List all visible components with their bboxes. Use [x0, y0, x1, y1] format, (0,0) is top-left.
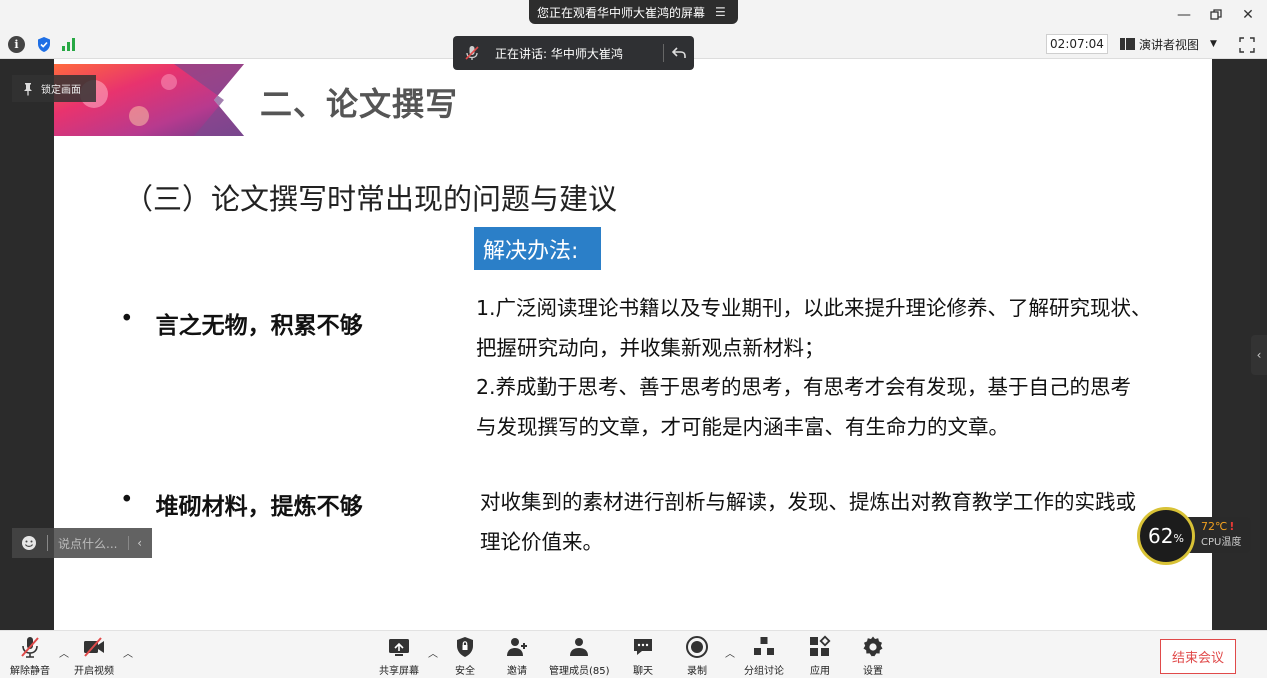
chevron-up-icon[interactable]: ︿ — [428, 645, 438, 660]
chat-icon — [634, 639, 652, 655]
shared-slide: 二、论文撰写 （三）论文撰写时常出现的问题与建议 解决办法: • 言之无物，积累… — [54, 59, 1212, 630]
restore-icon[interactable] — [1203, 4, 1229, 26]
cpu-temperature-value: 72℃ — [1201, 520, 1228, 533]
solution-line: 对收集到的素材进行剖析与解读，发现、提炼出对教育教学工作的实践或 — [480, 490, 1136, 514]
record-icon — [686, 636, 708, 658]
hamburger-icon[interactable]: ☰ — [715, 5, 726, 19]
solution-paragraph: 对收集到的素材进行剖析与解读，发现、提炼出对教育教学工作的实践或 理论价值来。 — [480, 483, 1200, 562]
pin-icon — [24, 82, 32, 95]
solution-tag: 解决办法: — [474, 227, 601, 270]
meeting-timer: 02:07:04 — [1046, 34, 1108, 54]
shield-icon[interactable] — [35, 36, 52, 53]
chat-input[interactable]: 说点什么... ‹ — [12, 528, 152, 558]
share-banner-label: 您正在观看华中师大崔鸿的屏幕 — [537, 5, 706, 20]
end-meeting-button[interactable]: 结束会议 — [1160, 639, 1236, 674]
window-controls: — ✕ — [1171, 4, 1261, 26]
apps-label: 应用 — [810, 666, 830, 677]
problem-item: • 堆砌材料，提炼不够 — [120, 487, 363, 521]
active-speaker-indicator: 正在讲话: 华中师大崔鸿 — [453, 36, 694, 70]
cpu-usage-value: 62 — [1148, 524, 1174, 548]
problem-title: 言之无物，积累不够 — [155, 313, 363, 339]
cpu-usage-gauge: 62% — [1137, 507, 1195, 565]
chat-button[interactable]: 聊天 — [631, 635, 655, 677]
alert-icon: ! — [1229, 520, 1235, 533]
meeting-window: 您正在观看华中师大崔鸿的屏幕 ☰ — ✕ i 02:07:04 演讲者视图 ▼ — [0, 0, 1267, 678]
apps-icon — [810, 635, 831, 656]
video-off-icon — [84, 637, 104, 657]
share-screen-button[interactable]: 共享屏幕 — [379, 635, 419, 677]
bullet: • — [120, 487, 134, 513]
problem-title: 堆砌材料，提炼不够 — [155, 494, 363, 520]
gear-icon — [863, 636, 883, 657]
chevron-up-icon[interactable]: ︿ — [725, 645, 735, 660]
lock-screen-label: 锁定画面 — [41, 85, 81, 96]
security-shield-icon — [457, 637, 473, 657]
settings-button[interactable]: 设置 — [861, 635, 885, 677]
lock-screen-button[interactable]: 锁定画面 — [12, 75, 96, 102]
status-icons: i — [8, 36, 79, 53]
breakout-icon — [754, 637, 774, 655]
manage-members-button[interactable]: 管理成员(85) — [549, 635, 610, 677]
speaker-name: 正在讲话: 华中师大崔鸿 — [495, 46, 623, 61]
cpu-temp-label: CPU温度 — [1201, 537, 1242, 548]
add-user-icon — [507, 638, 527, 656]
reply-icon[interactable] — [664, 47, 694, 59]
breakout-rooms-button[interactable]: 分组讨论 — [744, 635, 784, 677]
security-label: 安全 — [455, 666, 475, 677]
problem-item: • 言之无物，积累不够 — [120, 306, 363, 340]
cpu-usage-unit: % — [1173, 532, 1184, 545]
screen-share-banner[interactable]: 您正在观看华中师大崔鸿的屏幕 ☰ — [529, 0, 738, 24]
solution-paragraph: 1.广泛阅读理论书籍以及专业期刊，以此来提升理论修养、了解研究现状、 把握研究动… — [476, 289, 1196, 447]
bullet: • — [120, 306, 134, 332]
record-button[interactable]: 录制 — [685, 635, 709, 677]
unmute-label: 解除静音 — [10, 666, 50, 677]
start-video-label: 开启视频 — [74, 666, 114, 677]
invite-button[interactable]: 邀请 — [505, 635, 529, 677]
solution-line: 与发现撰写的文章，才可能是内涵丰富、有生命力的文章。 — [476, 414, 1009, 439]
solution-line: 理论价值来。 — [480, 529, 603, 554]
chevron-left-icon: ‹ — [1256, 348, 1262, 362]
slide-subheading: （三）论文撰写时常出现的问题与建议 — [124, 182, 618, 216]
apps-button[interactable]: 应用 — [808, 635, 832, 677]
chevron-up-icon[interactable]: ︿ — [123, 645, 133, 660]
settings-label: 设置 — [863, 666, 883, 677]
divider — [47, 535, 48, 551]
muted-mic-icon — [465, 46, 479, 60]
muted-mic-icon — [21, 637, 39, 658]
unmute-button[interactable]: 解除静音 — [10, 635, 50, 677]
record-label: 录制 — [687, 666, 707, 677]
chat-placeholder: 说点什么... — [58, 536, 118, 551]
security-button[interactable]: 安全 — [453, 635, 477, 677]
view-mode-select[interactable]: 演讲者视图 ▼ — [1120, 34, 1217, 54]
meeting-toolbar: 解除静音 ︿ 开启视频 ︿ 共享屏幕 ︿ 安全 邀请 管理成员(85) 聊天 录… — [0, 630, 1267, 678]
title-bar: 您正在观看华中师大崔鸿的屏幕 ☰ — ✕ — [0, 0, 1267, 30]
start-video-button[interactable]: 开启视频 — [74, 635, 114, 677]
chevron-up-icon[interactable]: ︿ — [59, 645, 69, 660]
side-panel-toggle[interactable]: ‹ — [1251, 335, 1267, 375]
share-screen-label: 共享屏幕 — [379, 666, 419, 677]
cpu-temp-panel: 72℃! CPU温度 — [1187, 517, 1251, 553]
members-icon — [570, 638, 589, 656]
network-signal-icon[interactable] — [62, 36, 79, 53]
chevron-down-icon: ▼ — [1210, 39, 1217, 49]
invite-label: 邀请 — [507, 666, 527, 677]
close-icon[interactable]: ✕ — [1235, 4, 1261, 26]
solution-line: 1.广泛阅读理论书籍以及专业期刊，以此来提升理论修养、了解研究现状、 — [476, 296, 1152, 320]
chevron-left-icon[interactable]: ‹ — [128, 536, 142, 550]
solution-line: 把握研究动向，并收集新观点新材料； — [476, 335, 825, 360]
chat-label: 聊天 — [633, 666, 653, 677]
manage-members-label: 管理成员(85) — [549, 666, 610, 677]
info-icon[interactable]: i — [8, 36, 25, 53]
fullscreen-icon[interactable] — [1238, 36, 1256, 54]
emoji-icon[interactable] — [21, 535, 37, 551]
share-screen-icon — [389, 639, 409, 656]
minimize-icon[interactable]: — — [1171, 4, 1197, 26]
cpu-monitor-widget[interactable]: 72℃! CPU温度 62% — [1137, 507, 1253, 565]
solution-line: 2.养成勤于思考、善于思考的思考，有思考才会有发现，基于自己的思考 — [476, 375, 1132, 399]
breakout-label: 分组讨论 — [744, 666, 784, 677]
cpu-temperature: 72℃! — [1201, 520, 1247, 533]
slide-heading: 二、论文撰写 — [260, 85, 459, 123]
view-mode-label: 演讲者视图 — [1139, 37, 1200, 52]
layout-icon — [1120, 38, 1135, 50]
